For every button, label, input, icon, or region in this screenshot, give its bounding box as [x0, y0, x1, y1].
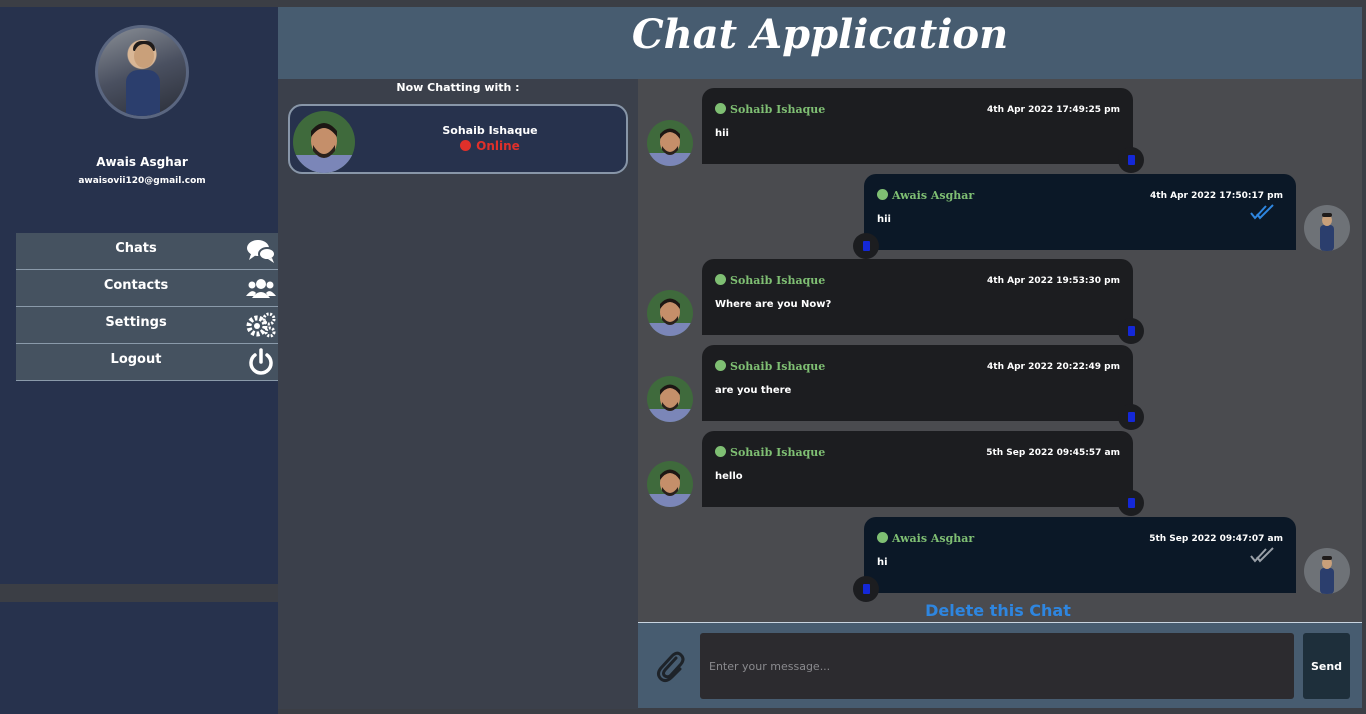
sidebar-footer	[0, 602, 278, 714]
chat-bubbles-icon	[247, 240, 276, 263]
sender-avatar	[647, 376, 693, 422]
message-sender: Awais Asghar	[877, 532, 974, 545]
app-title: Chat Application	[631, 11, 1009, 58]
sender-avatar	[647, 120, 693, 166]
message-input[interactable]	[700, 633, 1294, 699]
trash-icon	[1127, 326, 1135, 336]
sender-dot-icon	[715, 274, 726, 285]
read-check-icon	[1250, 204, 1274, 220]
app-header: Chat Application	[278, 7, 1362, 79]
message-sender: Sohaib Ishaque	[715, 360, 825, 373]
message-time: 4th Apr 2022 17:49:25 pm	[987, 105, 1120, 115]
profile-avatar[interactable]	[95, 25, 189, 119]
message-time: 5th Sep 2022 09:45:57 am	[986, 448, 1120, 458]
message-text: are you there	[715, 385, 792, 396]
message-time: 4th Apr 2022 20:22:49 pm	[987, 362, 1120, 372]
contacts-pane: Now Chatting with : Sohaib Ishaque Onlin…	[278, 79, 638, 709]
menu-item-label: Logout	[110, 351, 162, 367]
now-chatting-heading: Now Chatting with :	[396, 81, 520, 94]
own-avatar	[1304, 548, 1350, 594]
paperclip-icon[interactable]	[654, 649, 686, 683]
sender-avatar	[647, 290, 693, 336]
message-bubble[interactable]: Sohaib Ishaque 4th Apr 2022 20:22:49 pm …	[702, 345, 1144, 430]
message-time: 4th Apr 2022 17:50:17 pm	[1150, 191, 1283, 201]
send-button[interactable]: Send	[1303, 633, 1350, 699]
delete-message-button[interactable]	[1118, 147, 1144, 173]
message-bubble[interactable]: Sohaib Ishaque 5th Sep 2022 09:45:57 am …	[702, 431, 1144, 516]
menu-item-label: Chats	[115, 240, 157, 256]
profile-name: Awais Asghar	[96, 155, 188, 169]
profile-email: awaisovii120@gmail.com	[78, 176, 206, 186]
online-dot-icon	[460, 140, 472, 151]
message-text: Where are you Now?	[715, 299, 832, 310]
message-bubble[interactable]: Awais Asghar 4th Apr 2022 17:50:17 pm hi…	[853, 174, 1296, 259]
status-badge: Online	[410, 139, 570, 153]
sender-dot-icon	[877, 532, 888, 543]
sender-dot-icon	[715, 360, 726, 371]
message-sender: Sohaib Ishaque	[715, 446, 825, 459]
own-avatar	[1304, 205, 1350, 251]
menu-item-chats[interactable]: Chats	[16, 233, 278, 270]
message-time: 4th Apr 2022 19:53:30 pm	[987, 276, 1120, 286]
message-sender: Sohaib Ishaque	[715, 103, 825, 116]
trash-icon	[1127, 498, 1135, 508]
delete-chat-link[interactable]: Delete this Chat	[638, 601, 1358, 620]
message-bubble[interactable]: Awais Asghar 5th Sep 2022 09:47:07 am hi	[853, 517, 1296, 602]
sender-dot-icon	[877, 189, 888, 200]
contact-name: Sohaib Ishaque	[442, 124, 538, 137]
delete-message-button[interactable]	[1118, 404, 1144, 430]
message-composer: Send	[638, 622, 1362, 708]
message-time: 5th Sep 2022 09:47:07 am	[1149, 534, 1283, 544]
delete-message-button[interactable]	[853, 576, 879, 602]
gears-icon	[246, 312, 276, 338]
trash-icon	[1127, 412, 1135, 422]
menu-item-settings[interactable]: Settings	[16, 307, 278, 344]
contact-avatar	[293, 111, 355, 173]
message-text: hii	[877, 214, 891, 225]
message-bubble[interactable]: Sohaib Ishaque 4th Apr 2022 19:53:30 pm …	[702, 259, 1144, 344]
trash-icon	[1127, 155, 1135, 165]
contact-card[interactable]: Sohaib Ishaque Online	[288, 104, 628, 174]
delivered-check-icon	[1250, 547, 1274, 563]
message-bubble[interactable]: Sohaib Ishaque 4th Apr 2022 17:49:25 pm …	[702, 88, 1144, 173]
delete-message-button[interactable]	[853, 233, 879, 259]
menu-item-label: Contacts	[103, 277, 169, 293]
delete-message-button[interactable]	[1118, 490, 1144, 516]
chat-panel: Sohaib Ishaque 4th Apr 2022 17:49:25 pm …	[638, 79, 1362, 622]
message-text: hi	[877, 557, 888, 568]
trash-icon	[862, 241, 870, 251]
menu-item-contacts[interactable]: Contacts	[16, 270, 278, 307]
trash-icon	[862, 584, 870, 594]
sender-dot-icon	[715, 446, 726, 457]
menu-item-logout[interactable]: Logout	[16, 344, 278, 381]
message-text: hello	[715, 471, 743, 482]
message-text: hii	[715, 128, 729, 139]
message-sender: Awais Asghar	[877, 189, 974, 202]
status-text: Online	[476, 139, 520, 153]
sidebar: Awais Asghar awaisovii120@gmail.com Chat…	[0, 7, 278, 584]
sender-avatar	[647, 461, 693, 507]
sidebar-menu: Chats Contacts Settings Logout	[16, 233, 278, 381]
menu-item-label: Settings	[105, 314, 167, 330]
sender-dot-icon	[715, 103, 726, 114]
power-icon	[249, 348, 273, 375]
delete-message-button[interactable]	[1118, 318, 1144, 344]
message-sender: Sohaib Ishaque	[715, 274, 825, 287]
users-icon	[246, 279, 276, 298]
